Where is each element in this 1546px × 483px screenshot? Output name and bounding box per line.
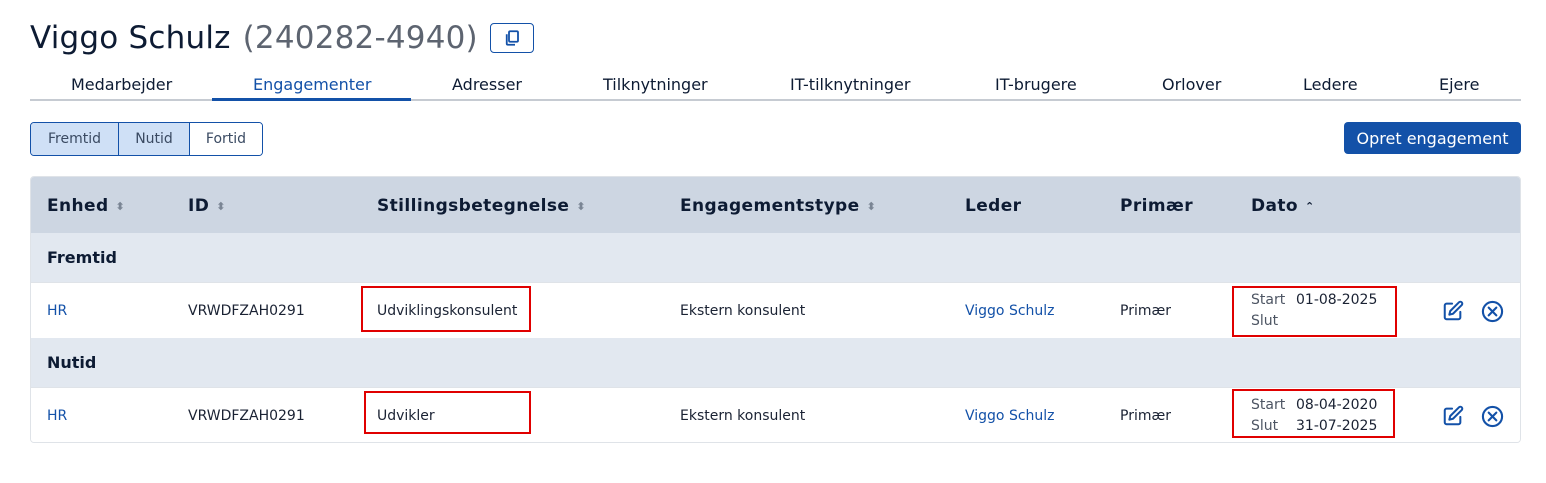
engagement-id: VRWDFZAH0291 xyxy=(188,408,305,424)
column-engagementstype[interactable]: Engagementstype ⬍ xyxy=(680,196,876,216)
column-label: Enhed xyxy=(47,196,109,216)
tab-medarbejder[interactable]: Medarbejder xyxy=(71,75,172,94)
end-label: Slut xyxy=(1251,418,1279,434)
circle-x-icon xyxy=(1481,405,1503,427)
manager-link[interactable]: Viggo Schulz xyxy=(965,408,1055,424)
page-header: Viggo Schulz (240282-4940) xyxy=(30,18,534,58)
delete-button[interactable] xyxy=(1480,299,1504,323)
primary-value: Primær xyxy=(1120,303,1171,319)
circle-x-icon xyxy=(1481,300,1503,322)
active-tab-indicator xyxy=(212,98,411,101)
column-label: Dato xyxy=(1251,196,1298,216)
column-label: ID xyxy=(188,196,210,216)
engagements-table: Enhed ⬍ ID ⬍ Stillingsbetegnelse ⬍ Engageme… xyxy=(30,176,1521,443)
column-primaer: Primær xyxy=(1120,196,1193,216)
filter-nutid[interactable]: Nutid xyxy=(118,123,189,155)
start-date: 01-08-2025 xyxy=(1296,292,1378,308)
tab-bar: Medarbejder Engagementer Adresser Tilkny… xyxy=(30,70,1521,101)
sort-icon: ⬍ xyxy=(866,199,877,213)
sort-icon: ⬍ xyxy=(216,199,226,213)
primary-value: Primær xyxy=(1120,408,1171,424)
edit-icon xyxy=(1443,300,1464,321)
tab-ejere[interactable]: Ejere xyxy=(1439,75,1479,94)
tab-it-tilknytninger[interactable]: IT-tilknytninger xyxy=(790,75,910,94)
start-label: Start xyxy=(1251,397,1286,413)
job-title: Udvikler xyxy=(377,408,435,424)
engagement-type: Ekstern konsulent xyxy=(680,303,806,319)
group-header-fremtid: Fremtid xyxy=(31,233,1520,282)
engagement-id: VRWDFZAH0291 xyxy=(188,303,305,319)
column-dato[interactable]: Dato ⌃ xyxy=(1251,196,1315,216)
start-date: 08-04-2020 xyxy=(1296,397,1378,413)
filter-fortid[interactable]: Fortid xyxy=(189,123,262,155)
column-id[interactable]: ID ⬍ xyxy=(188,196,226,216)
copy-button[interactable] xyxy=(489,23,534,53)
column-label: Primær xyxy=(1120,196,1193,216)
person-name: Viggo Schulz xyxy=(30,20,231,56)
sort-ascending-icon: ⌃ xyxy=(1305,199,1315,213)
edit-icon xyxy=(1443,405,1464,426)
sort-icon: ⬍ xyxy=(576,199,586,213)
table-row: HR VRWDFZAH0291 Udvikler Ekstern konsule… xyxy=(31,387,1520,442)
edit-button[interactable] xyxy=(1441,404,1465,428)
sort-icon: ⬍ xyxy=(115,199,126,213)
column-leder: Leder xyxy=(965,196,1021,216)
manager-link[interactable]: Viggo Schulz xyxy=(965,303,1055,319)
tab-tilknytninger[interactable]: Tilknytninger xyxy=(603,75,708,94)
time-filter: Fremtid Nutid Fortid xyxy=(30,122,263,156)
filter-fremtid[interactable]: Fremtid xyxy=(31,123,118,155)
group-label: Fremtid xyxy=(47,248,117,267)
column-enhed[interactable]: Enhed ⬍ xyxy=(47,196,125,216)
group-header-nutid: Nutid xyxy=(31,338,1520,387)
unit-link[interactable]: HR xyxy=(47,303,67,319)
engagement-type: Ekstern konsulent xyxy=(680,408,806,424)
group-label: Nutid xyxy=(47,353,97,372)
column-label: Stillingsbetegnelse xyxy=(377,196,570,216)
tab-it-brugere[interactable]: IT-brugere xyxy=(995,75,1077,94)
end-date: 31-07-2025 xyxy=(1296,418,1378,434)
edit-button[interactable] xyxy=(1441,299,1465,323)
tab-adresser[interactable]: Adresser xyxy=(452,75,522,94)
start-label: Start xyxy=(1251,292,1286,308)
end-label: Slut xyxy=(1251,313,1279,329)
copy-icon xyxy=(505,30,519,46)
create-engagement-button[interactable]: Opret engagement xyxy=(1344,122,1521,154)
unit-link[interactable]: HR xyxy=(47,408,67,424)
delete-button[interactable] xyxy=(1480,404,1504,428)
tab-ledere[interactable]: Ledere xyxy=(1303,75,1358,94)
column-label: Leder xyxy=(965,196,1022,216)
person-cpr: (240282-4940) xyxy=(242,20,478,56)
tab-orlover[interactable]: Orlover xyxy=(1162,75,1221,94)
table-header: Enhed ⬍ ID ⬍ Stillingsbetegnelse ⬍ Engageme… xyxy=(31,177,1520,233)
column-label: Engagementstype xyxy=(680,196,860,216)
job-title: Udviklingskonsulent xyxy=(377,303,518,319)
tab-engagementer[interactable]: Engagementer xyxy=(253,75,371,94)
column-stillingsbetegnelse[interactable]: Stillingsbetegnelse ⬍ xyxy=(377,196,586,216)
table-row: HR VRWDFZAH0291 Udviklingskonsulent Ekst… xyxy=(31,282,1520,338)
